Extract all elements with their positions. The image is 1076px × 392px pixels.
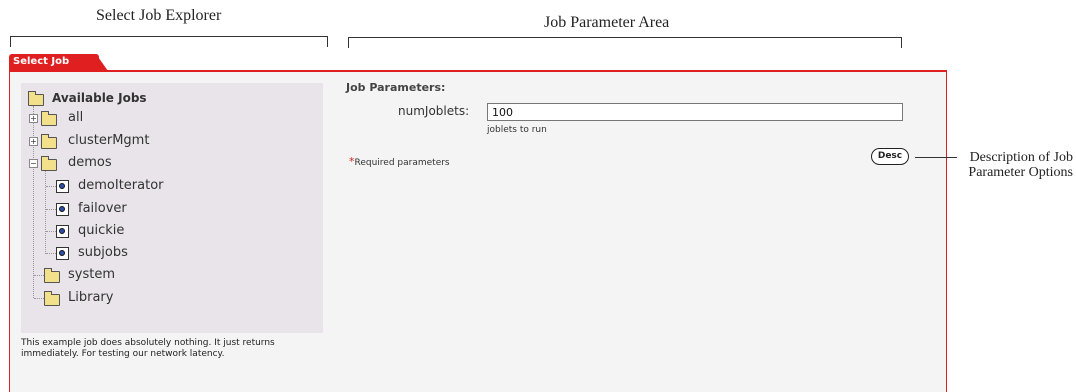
explorer-callout-title: Select Job Explorer [96, 7, 222, 24]
job-icon [56, 247, 69, 260]
expand-plus-icon[interactable]: + [29, 114, 38, 123]
folder-open-icon [41, 156, 57, 171]
tab-label: Select Job [13, 56, 70, 67]
numjoblets-label: numJoblets: [398, 104, 470, 118]
explorer-bracket [10, 36, 328, 47]
tree-item-label: failover [78, 201, 127, 216]
job-icon [56, 180, 69, 193]
desc-button[interactable]: Desc [871, 148, 909, 165]
params-area-bracket [348, 37, 902, 48]
job-description: This example job does absolutely nothing… [21, 338, 275, 359]
required-note: *Required parameters [349, 155, 450, 168]
tree-connector [34, 298, 44, 299]
job-parameters-title: Job Parameters: [346, 81, 446, 94]
desc-callout-text: Description of Job Parameter Options [968, 150, 1073, 180]
folder-icon [41, 111, 57, 126]
tree-item-label: Library [68, 290, 114, 305]
tree-item-label: demos [68, 155, 112, 170]
tree-connector [45, 170, 46, 254]
job-icon [56, 225, 69, 238]
tree-connector [46, 186, 56, 187]
tree-item-label: clusterMgmt [68, 133, 150, 148]
folder-icon [44, 291, 60, 306]
tree-item-label: system [68, 267, 115, 282]
tree-connector [46, 209, 56, 210]
expand-plus-icon[interactable]: + [29, 137, 38, 146]
tab-select-job[interactable]: Select Job [9, 54, 99, 71]
numjoblets-help: joblets to run [487, 125, 547, 135]
tree-root-label: Available Jobs [52, 91, 147, 105]
required-note-text: Required parameters [354, 158, 450, 168]
tab-slope [96, 54, 108, 71]
tree-item-label: quickie [78, 223, 125, 238]
params-area-callout-title: Job Parameter Area [544, 14, 670, 31]
tree-connector [46, 253, 56, 254]
tree-item-label: demoIterator [78, 178, 164, 193]
desc-callout-line [915, 157, 957, 158]
folder-open-icon [28, 91, 44, 106]
tree-connector [46, 231, 56, 232]
collapse-minus-icon[interactable]: − [29, 159, 38, 168]
tree-connector [33, 106, 34, 298]
tree-connector [34, 275, 44, 276]
folder-icon [41, 134, 57, 149]
job-icon [56, 203, 69, 216]
numjoblets-input[interactable] [487, 103, 903, 121]
folder-icon [44, 268, 60, 283]
tree-item-label: subjobs [78, 245, 128, 260]
tree-item-label: all [68, 110, 84, 125]
